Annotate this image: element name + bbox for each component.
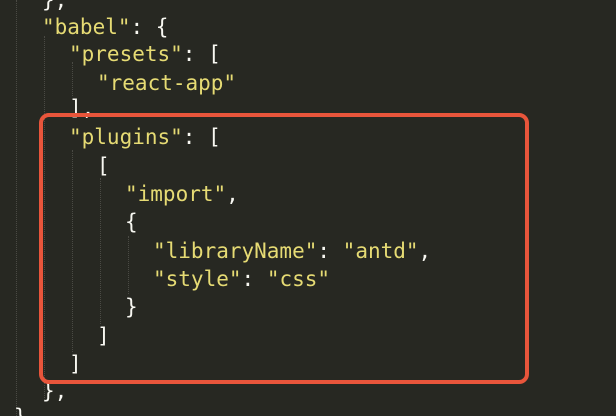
punctuation-token: }, <box>42 0 68 12</box>
punctuation-token: : [ <box>182 42 221 66</box>
punctuation-token: } <box>14 405 27 416</box>
code-line: "react-app" <box>97 69 236 97</box>
code-line: "babel": { <box>42 13 168 41</box>
code-line: }, <box>42 0 67 14</box>
highlight-box <box>39 113 529 384</box>
code-editor[interactable]: }, "babel": {"presets": ["react-app"], "pl… <box>0 0 616 416</box>
punctuation-token: : { <box>130 15 169 39</box>
code-line: } <box>14 403 27 416</box>
code-line: "presets": [ <box>69 40 221 68</box>
string-token: "babel" <box>42 15 131 39</box>
string-token: "presets" <box>69 42 183 66</box>
string-token: "react-app" <box>97 71 237 95</box>
indent-guide <box>16 0 17 416</box>
